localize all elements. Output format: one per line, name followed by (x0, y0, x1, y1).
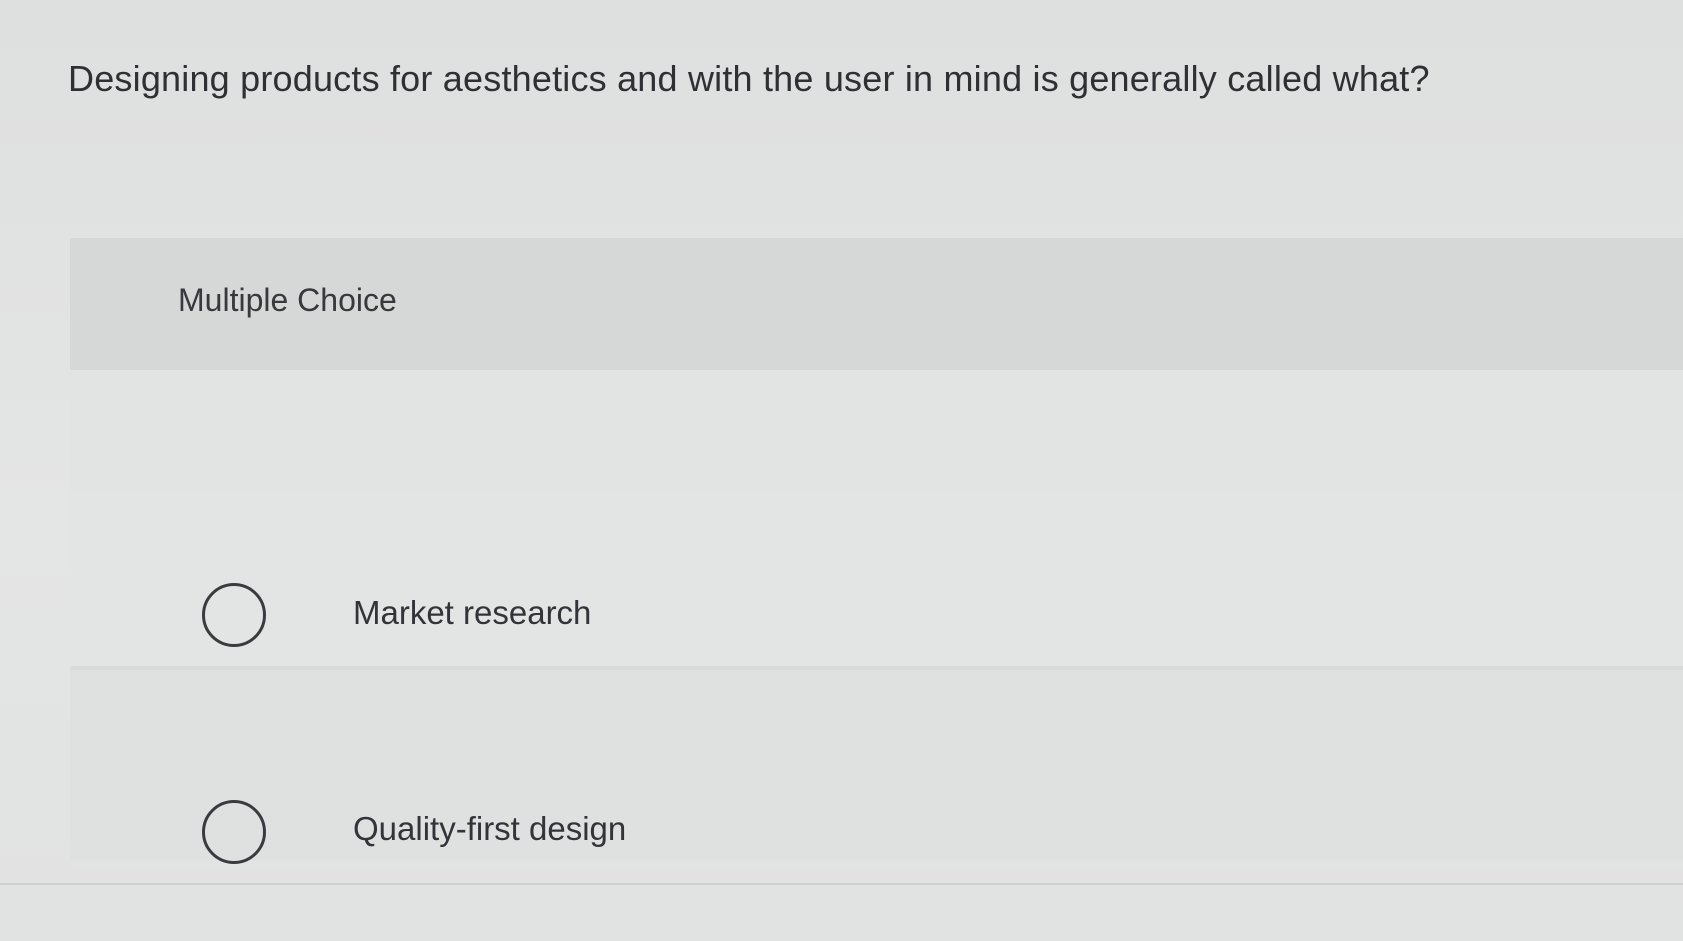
answer-option-quality-first-design[interactable]: Quality-first design (70, 670, 1683, 864)
answer-options: Market research Quality-first design (70, 370, 1683, 868)
panel-header: Multiple Choice (70, 238, 1683, 370)
page-divider (0, 883, 1683, 885)
option-label[interactable]: Quality-first design (353, 810, 626, 848)
radio-button-icon[interactable] (202, 583, 266, 647)
option-label[interactable]: Market research (353, 594, 591, 632)
question-text: Designing products for aesthetics and wi… (68, 58, 1430, 99)
multiple-choice-panel: Multiple Choice Market research Quality-… (70, 238, 1683, 868)
panel-title: Multiple Choice (178, 282, 397, 318)
radio-button-icon[interactable] (202, 800, 266, 864)
answer-option-market-research[interactable]: Market research (70, 490, 1683, 670)
